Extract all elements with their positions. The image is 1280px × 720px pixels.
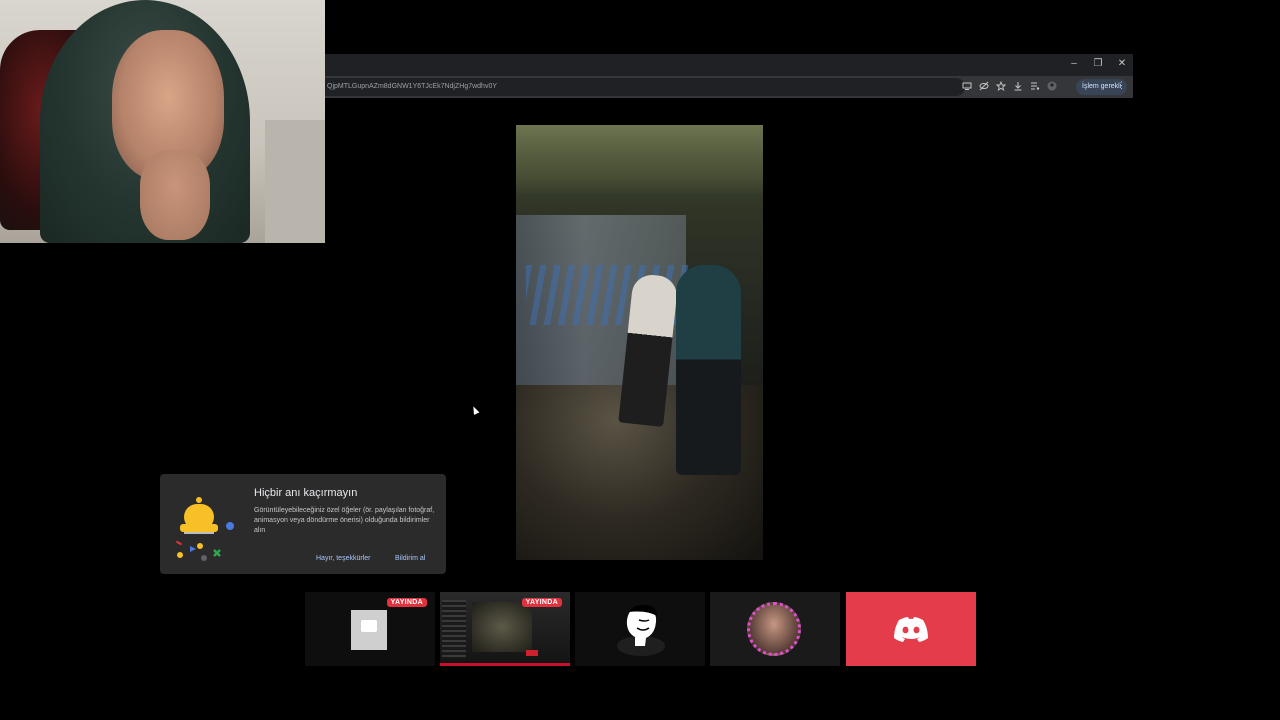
address-bar[interactable]: QjpMTLGupnAZm8dGNW1Y6TJcEk7NdjZHg7wdhv0Y	[325, 78, 965, 96]
notification-body: Görüntüleyebileceğiniz özel öğeler (ör. …	[254, 507, 435, 534]
stream-tile-2[interactable]: YAYINDA	[440, 592, 570, 666]
stream-tile-1[interactable]: YAYINDA	[305, 592, 435, 666]
star-icon[interactable]	[995, 80, 1006, 91]
pink-ring-avatar	[747, 602, 801, 656]
screen-share-icon[interactable]	[961, 80, 972, 91]
live-badge: YAYINDA	[521, 598, 562, 607]
streamer-hand	[140, 150, 210, 240]
background-shelf	[265, 120, 325, 243]
minimize-button[interactable]: –	[1069, 58, 1079, 69]
video-ceiling	[516, 125, 763, 195]
discord-tile[interactable]	[846, 592, 976, 666]
eye-off-icon[interactable]	[978, 80, 989, 91]
webcam-overlay	[0, 0, 325, 243]
toolbar-icons	[961, 80, 1057, 91]
preview-video	[472, 602, 532, 652]
enable-notifications-button[interactable]: Bildirim al	[395, 555, 425, 562]
video-person-right	[676, 265, 741, 475]
mouse-cursor-icon	[470, 405, 480, 415]
preview-sidebar	[442, 600, 466, 658]
bell-icon	[175, 497, 234, 561]
browser-titlebar: – ❐ ✕	[325, 54, 1133, 76]
notification-prompt: Hiçbir anı kaçırmayın Görüntüleyebileceğ…	[160, 474, 446, 574]
browser-menu-icon[interactable]: ⋮	[1117, 80, 1126, 91]
close-button[interactable]: ✕	[1117, 58, 1127, 69]
media-control-icon[interactable]	[1029, 80, 1040, 91]
tile-avatar	[351, 610, 387, 650]
browser-toolbar: QjpMTLGupnAZm8dGNW1Y6TJcEk7NdjZHg7wdhv0Y…	[325, 76, 1133, 98]
avatar-tile-4[interactable]	[710, 592, 840, 666]
download-icon[interactable]	[1012, 80, 1023, 91]
silhouette-avatar-icon	[617, 604, 665, 656]
restore-button[interactable]: ❐	[1093, 58, 1103, 69]
preview-record-icon	[526, 650, 538, 656]
profile-icon[interactable]	[1046, 80, 1057, 91]
notification-title: Hiçbir anı kaçırmayın	[254, 487, 358, 499]
dismiss-button[interactable]: Hayır, teşekkürler	[316, 555, 370, 562]
monitor-icon	[361, 620, 377, 632]
live-badge: YAYINDA	[386, 598, 427, 607]
avatar-tile-3[interactable]	[575, 592, 705, 666]
window-controls: – ❐ ✕	[1069, 58, 1127, 69]
discord-icon	[894, 617, 928, 642]
video-player[interactable]	[516, 125, 763, 560]
